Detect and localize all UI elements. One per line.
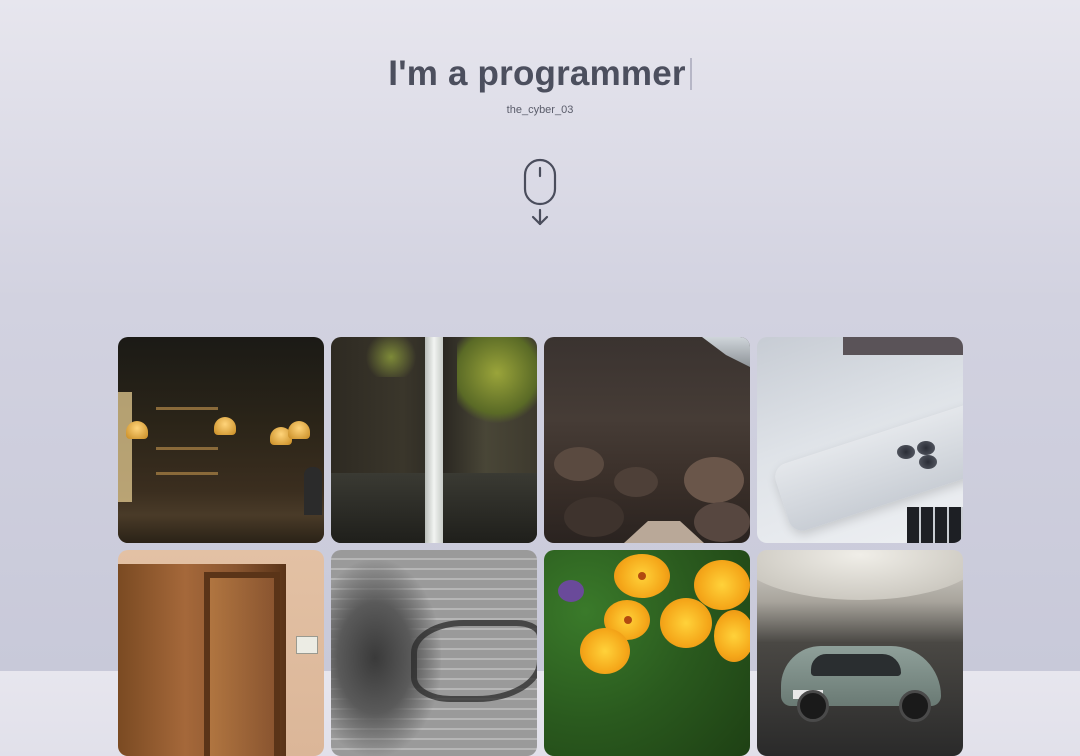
gallery-photo-waterfall[interactable] — [331, 337, 537, 543]
photo-detail — [917, 441, 935, 455]
title-row: I'm a programmer — [388, 54, 692, 94]
photo-detail — [288, 421, 310, 439]
photo-gallery — [118, 337, 963, 756]
photo-detail — [907, 507, 963, 543]
photo-detail — [684, 457, 744, 503]
photo-detail — [694, 502, 750, 542]
photo-detail — [797, 690, 829, 722]
photo-detail — [694, 560, 750, 610]
gallery-photo-rocky-canyon[interactable] — [544, 337, 750, 543]
photo-detail — [214, 417, 236, 435]
photo-detail — [156, 447, 218, 450]
photo-detail — [425, 337, 443, 543]
photo-detail — [156, 472, 218, 475]
photo-detail — [126, 421, 148, 439]
gallery-photo-graffiti-wall[interactable] — [331, 550, 537, 756]
photo-detail — [614, 467, 658, 497]
username-subtitle: the_cyber_03 — [506, 104, 574, 116]
photo-detail — [580, 628, 630, 674]
mouse-scroll-down-icon[interactable] — [522, 158, 558, 228]
photo-detail — [118, 392, 132, 502]
photo-detail — [118, 515, 324, 543]
photo-detail — [558, 580, 584, 602]
photo-detail — [757, 550, 963, 600]
photo-detail — [361, 337, 421, 377]
photo-detail — [897, 445, 915, 459]
photo-detail — [296, 636, 318, 654]
photo-detail — [564, 497, 624, 537]
photo-detail — [702, 337, 750, 367]
photo-detail — [304, 467, 322, 517]
photo-detail — [899, 690, 931, 722]
page-title: I'm a programmer — [388, 54, 686, 93]
photo-detail — [624, 521, 704, 543]
photo-detail — [624, 616, 632, 624]
photo-detail — [457, 337, 537, 427]
photo-detail — [156, 407, 218, 410]
gallery-photo-car-in-garage[interactable] — [757, 550, 963, 756]
gallery-photo-phone-on-laptop[interactable] — [757, 337, 963, 543]
gallery-photo-yellow-flowers[interactable] — [544, 550, 750, 756]
photo-detail — [843, 337, 963, 355]
photo-detail — [210, 578, 274, 756]
photo-detail — [660, 598, 712, 648]
gallery-photo-wooden-door[interactable] — [118, 550, 324, 756]
typing-caret — [689, 58, 692, 90]
photo-detail — [638, 572, 646, 580]
photo-detail — [811, 654, 901, 676]
photo-detail — [714, 610, 750, 662]
hero-section: I'm a programmer the_cyber_03 — [0, 0, 1080, 320]
photo-detail — [554, 447, 604, 481]
photo-detail — [919, 455, 937, 469]
photo-detail — [411, 620, 537, 702]
gallery-photo-bar-interior[interactable] — [118, 337, 324, 543]
